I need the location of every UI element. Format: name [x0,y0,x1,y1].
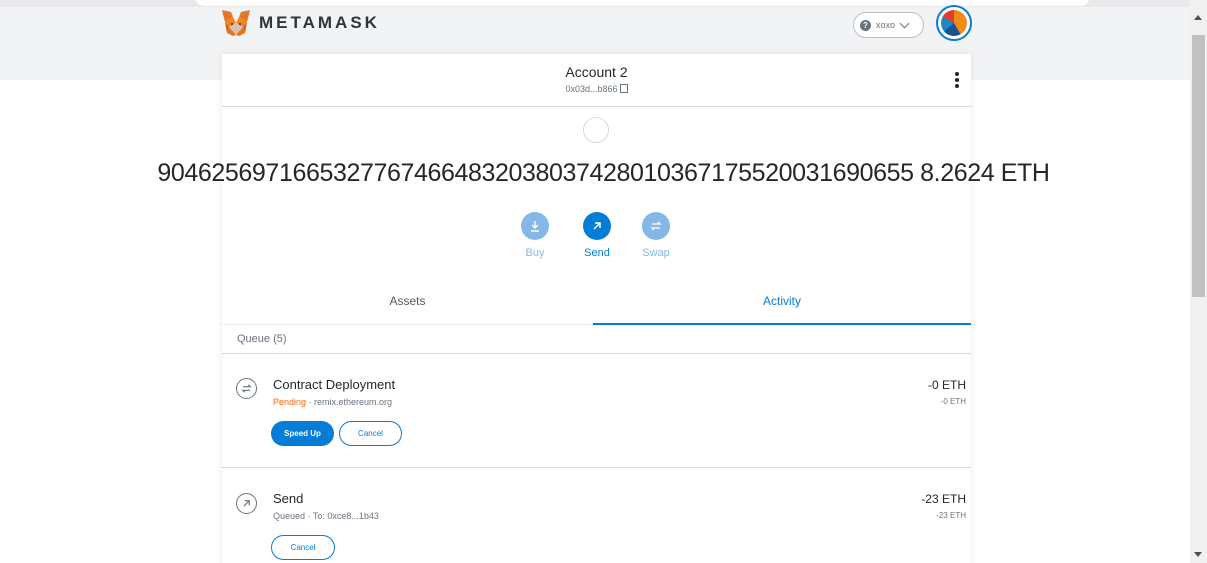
browser-strip [0,0,1190,7]
transaction-recipient: To: 0xce8...1b43 [312,511,379,521]
send-button[interactable]: Send [577,212,617,259]
transaction-origin: remix.ethereum.org [314,397,393,407]
status-pending: Pending [273,397,307,407]
account-address[interactable]: 0x03d...b866 [222,84,971,94]
buy-label: Buy [525,247,545,259]
swap-button[interactable]: Swap [636,212,676,259]
arrow-up-right-icon [236,493,257,514]
transaction-subtitle: Queued · To: 0xce8...1b43 [273,511,379,521]
account-avatar-icon [941,10,967,36]
transaction-amount: -0 ETH [927,378,966,392]
scroll-up-icon[interactable] [1194,15,1202,20]
chevron-down-icon [899,18,910,28]
app-name: METAMASK [259,13,380,32]
tab-activity[interactable]: Activity [593,284,971,325]
transaction-subtitle: Pending · remix.ethereum.org [273,397,393,407]
transaction-amount-secondary: -0 ETH [940,397,966,406]
fox-icon [222,10,250,36]
cancel-button[interactable]: Cancel [271,535,335,560]
account-address-text: 0x03d...b866 [565,84,618,94]
network-selector[interactable]: ? xoxo [853,12,924,38]
arrow-up-right-icon [583,212,611,240]
metamask-logo[interactable]: METAMASK [221,9,380,37]
cancel-button[interactable]: Cancel [339,421,402,446]
buy-button[interactable]: Buy [515,212,555,259]
transaction-item[interactable]: Send Queued · To: 0xce8...1b43 -23 ETH -… [222,469,971,563]
scrollbar[interactable] [1190,0,1207,563]
tab-bar: Assets Activity [222,284,971,325]
speed-up-button[interactable]: Speed Up [271,421,334,446]
transaction-title: Send [273,491,304,506]
scroll-down-icon[interactable] [1194,552,1202,557]
account-name: Account 2 [565,64,628,80]
transaction-amount: -23 ETH [921,492,966,506]
send-label: Send [584,247,610,259]
account-menu-button[interactable] [936,5,972,41]
copy-icon[interactable] [619,84,628,93]
queue-header: Queue (5) [222,325,971,354]
status-queued: Queued [273,511,306,521]
swap-icon [642,212,670,240]
download-icon [521,212,549,240]
network-status-icon: ? [860,19,871,31]
balance-display: 9046256971665327767466483203803742801036… [157,159,1050,187]
network-label: xoxo [876,20,896,30]
token-identicon [583,117,609,143]
account-bar: Account 2 0x03d...b866 [222,54,971,107]
transaction-amount-secondary: -23 ETH [936,511,966,520]
scrollbar-thumb[interactable] [1192,35,1205,297]
more-options-icon[interactable] [955,72,959,90]
swap-icon [236,378,257,399]
transaction-title: Contract Deployment [273,377,396,392]
swap-label: Swap [642,247,670,259]
tab-assets[interactable]: Assets [222,284,593,325]
transaction-item[interactable]: Contract Deployment Pending · remix.ethe… [222,355,971,468]
